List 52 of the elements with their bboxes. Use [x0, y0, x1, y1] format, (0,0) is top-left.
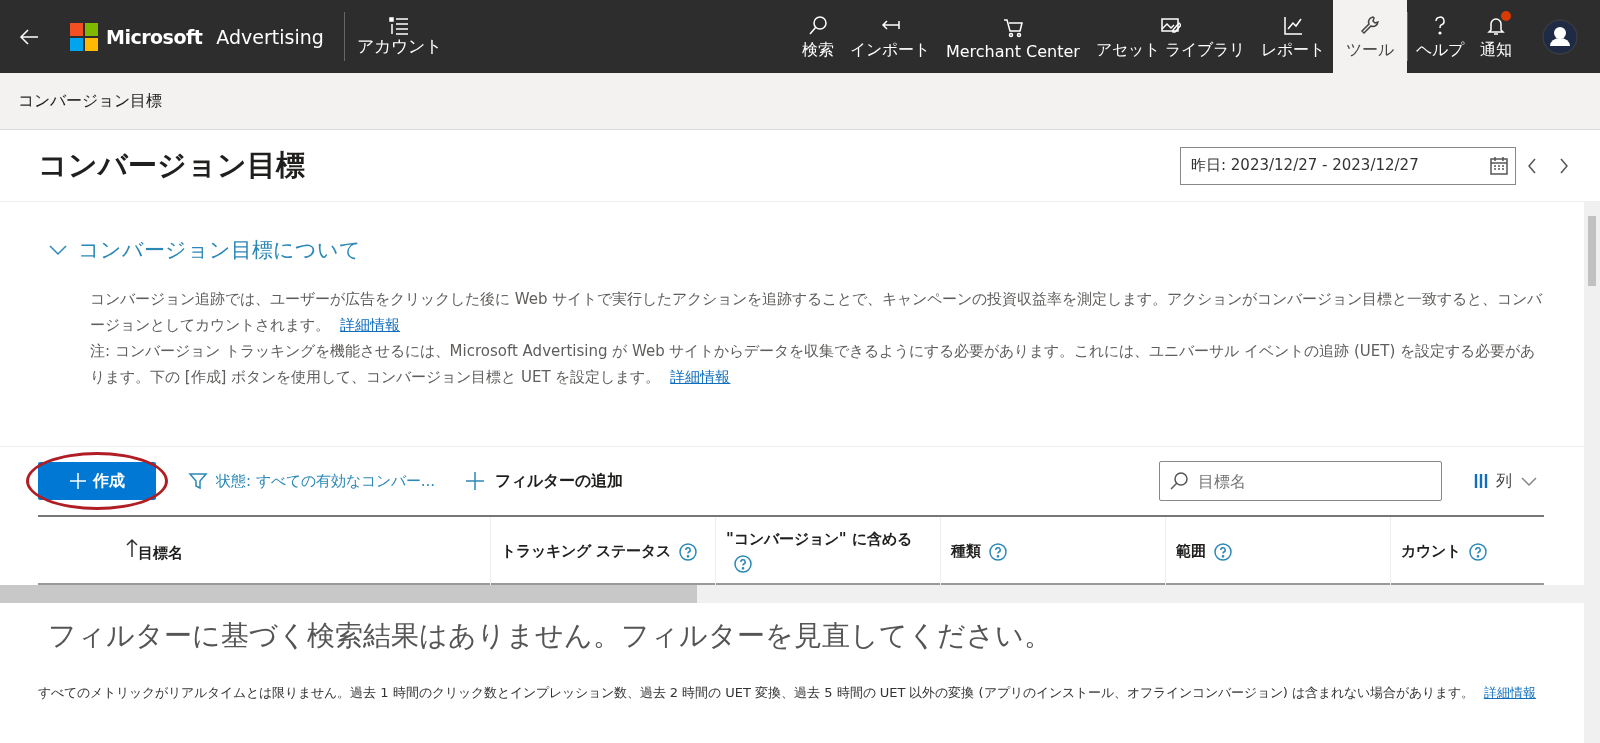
- nav-tab[interactable]: 通知: [1472, 0, 1520, 73]
- status-filter[interactable]: 状態: すべての有効なコンバー...: [182, 470, 442, 492]
- footnote-text: すべてのメトリックがリアルタイムとは限りません。過去 1 時間のクリック数とインプレッション数、過去 2 時間の UET 変換、過去 5 時間の UET 以外の変換 (アプリのインストール、オフラインコンバージョン) は含まれない場合があります。 詳細情報: [37, 684, 1537, 702]
- page-title: コンバージョン目標: [38, 146, 306, 184]
- filter-icon: [188, 471, 208, 491]
- learn-more-link[interactable]: 詳細情報: [340, 316, 400, 334]
- chevron-down-icon: [48, 244, 68, 256]
- nav-tab[interactable]: 検索: [793, 0, 842, 73]
- help-icon: [1214, 542, 1232, 561]
- nav-tab[interactable]: アセット ライブラリ: [1087, 0, 1253, 73]
- help-icon: [1469, 542, 1487, 561]
- brand-name: Microsoft: [106, 25, 203, 48]
- help-icon: [679, 542, 698, 561]
- nav-tab[interactable]: Merchant Center: [937, 0, 1088, 73]
- vertical-scrollbar[interactable]: [1584, 202, 1600, 743]
- product-name: Advertising: [216, 25, 324, 48]
- plus-icon: [69, 472, 87, 490]
- sort-arrow-icon: [126, 537, 138, 558]
- description-text: コンバージョン追跡では、ユーザーが広告をクリックした後に Web サイトで実行したアクションを追跡することで、キャンペーンの投資収益率を測定します。アクションがコンバージョン目標と一致すると、コンバージョンとしてカウントされます。 詳細情報: [90, 289, 1544, 336]
- search-icon: [806, 14, 829, 36]
- chevron-down-icon: [1520, 476, 1538, 486]
- wrench-icon: [1359, 14, 1381, 36]
- learn-more-link[interactable]: 詳細情報: [670, 368, 731, 386]
- search-field[interactable]: 目標名: [1159, 461, 1442, 501]
- horizontal-scrollbar[interactable]: [0, 585, 1584, 603]
- chevron-right-icon: [1558, 156, 1570, 175]
- nav-tab[interactable]: ヘルプ: [1408, 0, 1472, 73]
- account-button[interactable]: アカウント: [344, 0, 454, 73]
- empty-results-message: フィルターに基づく検索結果はありません。フィルターを見直してください。: [47, 618, 1053, 654]
- add-filter-button[interactable]: フィルターの追加: [459, 469, 630, 493]
- nav-tab[interactable]: インポート: [841, 0, 938, 73]
- columns-icon: [1474, 473, 1488, 489]
- section-toggle[interactable]: コンバージョン目標について: [48, 236, 361, 264]
- learn-more-link[interactable]: 詳細情報: [1483, 685, 1536, 700]
- logo-icon: [70, 22, 98, 51]
- create-button[interactable]: 作成: [38, 462, 156, 500]
- calendar-icon: [1489, 155, 1509, 176]
- help-icon: [734, 554, 752, 573]
- date-range-picker[interactable]: 昨日: 2023/12/27 - 2023/12/27: [1180, 146, 1516, 185]
- description-text: 注: コンバージョン トラッキングを機能させるには、Microsoft Advertising が Web サイトからデータを収集できるようにする必要があります。これには、ユニバーサル イベントの追跡 (UET) を設定する必要があります。下の [作成] ボタンを使用して、コンバージョン目標と UET を設定します。 詳細情報: [90, 341, 1537, 388]
- cart-icon: [1001, 16, 1024, 38]
- plus-icon: [465, 471, 486, 491]
- nav-tab[interactable]: レポート: [1253, 0, 1333, 73]
- breadcrumb[interactable]: コンバージョン目標: [18, 90, 162, 112]
- help-icon: [989, 542, 1007, 561]
- avatar-icon: [1542, 18, 1578, 55]
- chart-icon: [1282, 14, 1304, 36]
- column-header[interactable]: 目標名: [38, 517, 490, 585]
- nav-tab[interactable]: ツール: [1333, 0, 1407, 73]
- columns-button[interactable]: 列: [1468, 469, 1544, 493]
- list-icon: [388, 15, 411, 35]
- chevron-left-icon: [1526, 156, 1538, 175]
